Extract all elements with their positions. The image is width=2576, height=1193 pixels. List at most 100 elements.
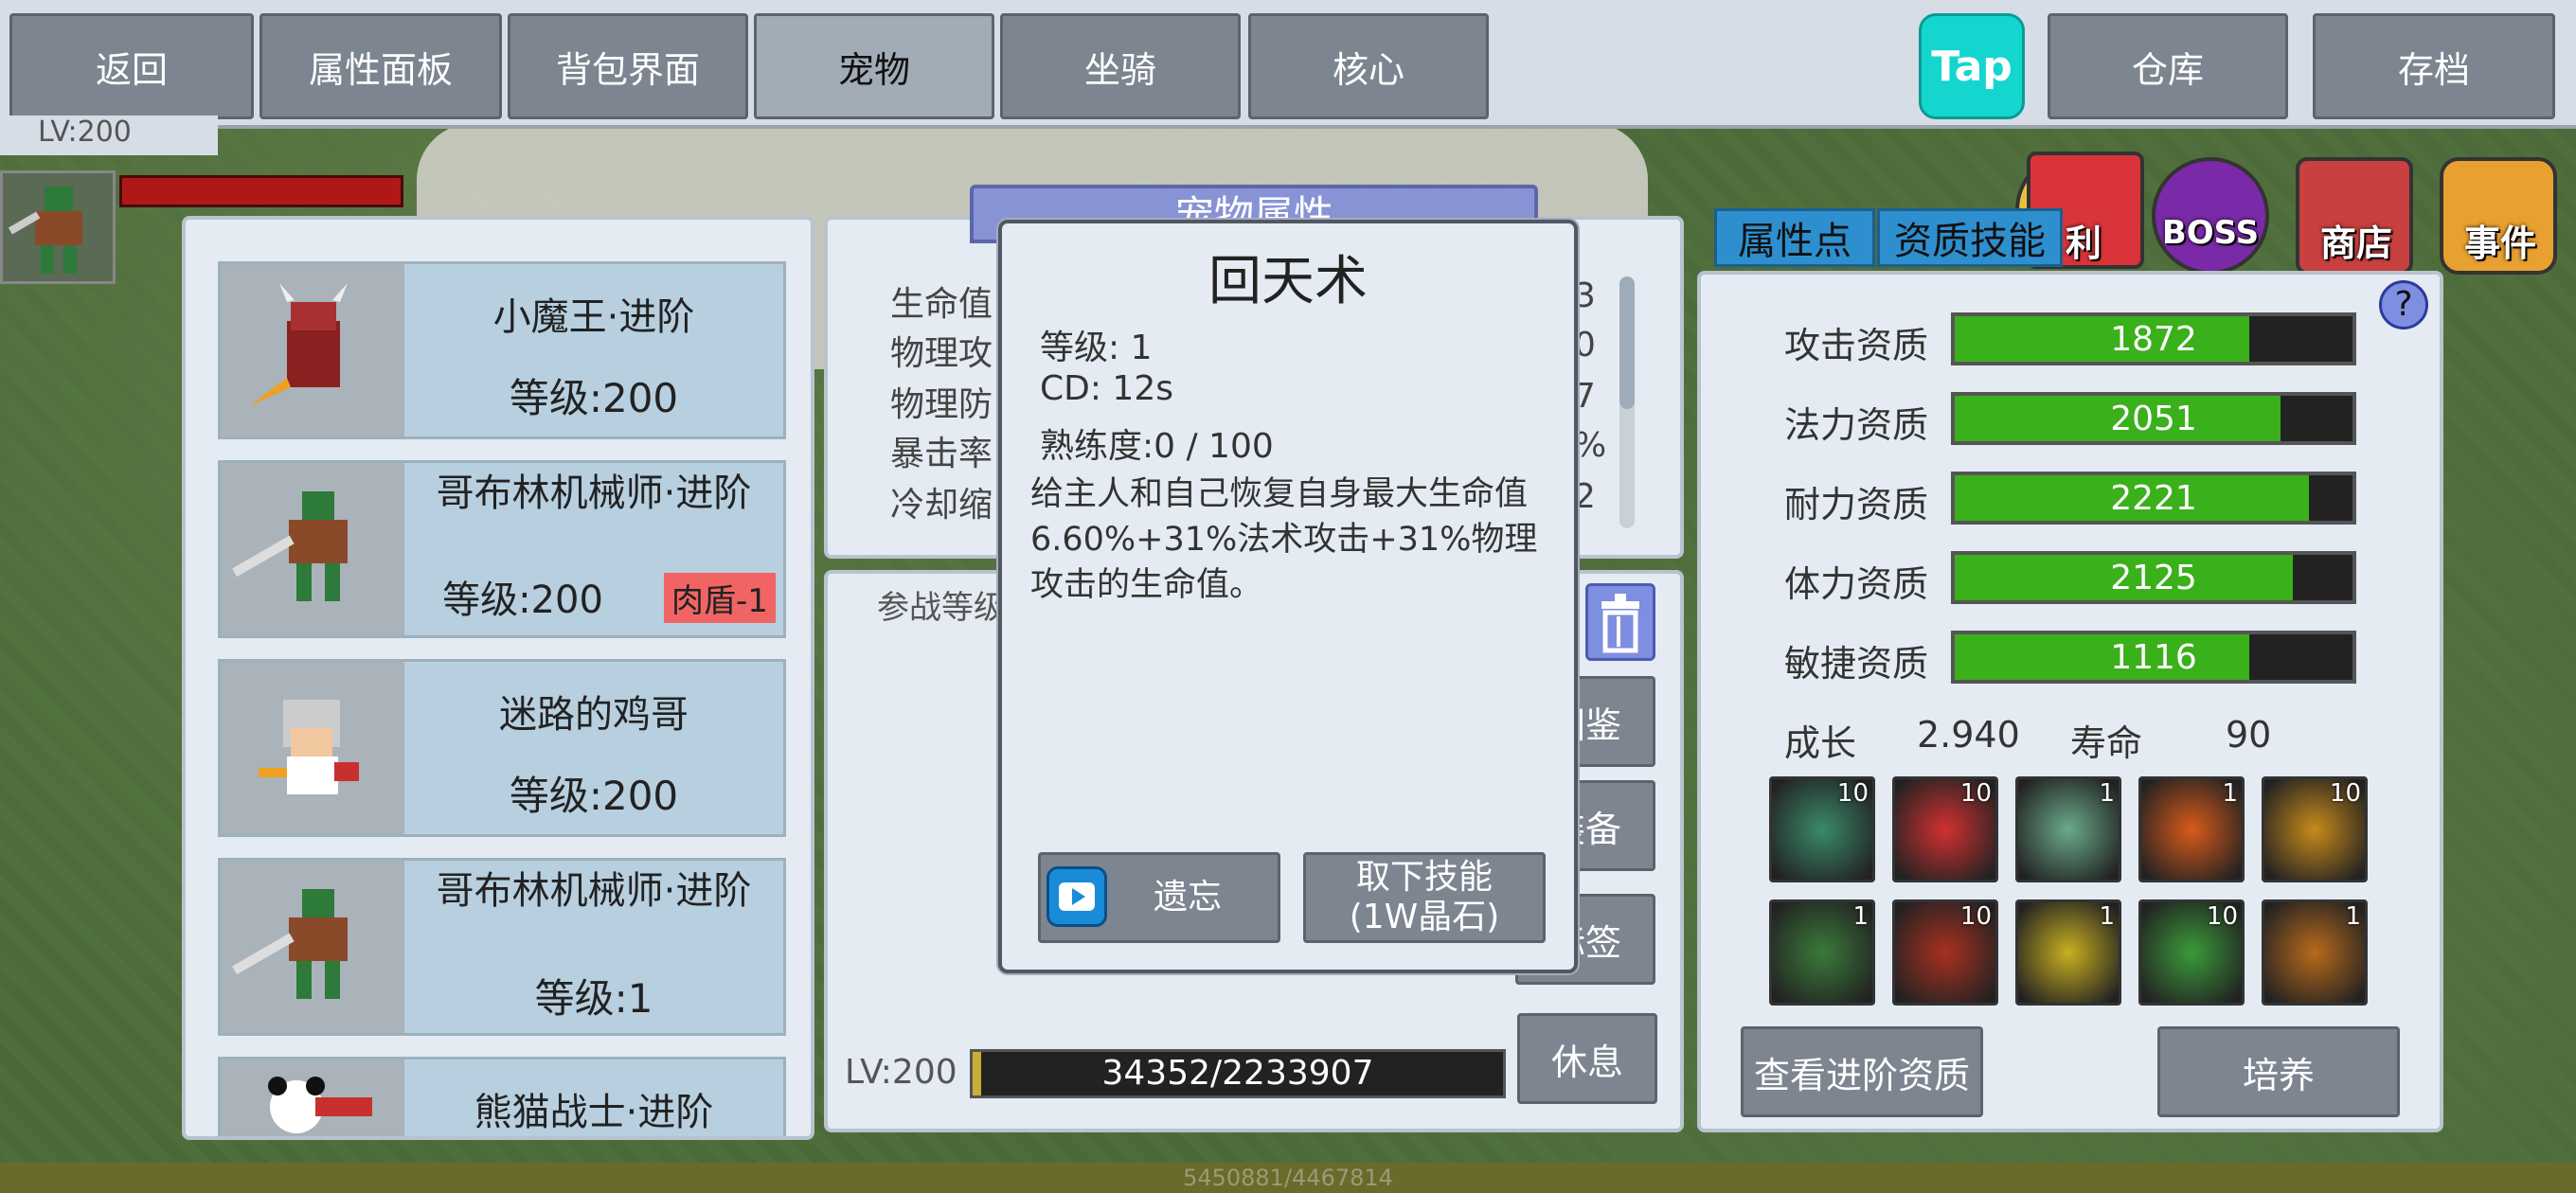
knight-icon[interactable]: 1 <box>2015 899 2121 1006</box>
aptitude-bar: 1872 <box>1951 312 2356 365</box>
view-advanced-aptitude-button[interactable]: 查看进阶资质 <box>1741 1026 1983 1117</box>
pet-card[interactable]: 熊猫战士·进阶 <box>218 1057 786 1136</box>
skill-count: 10 <box>2206 902 2238 931</box>
tap-logo-button[interactable]: Tap <box>1919 13 2025 119</box>
boss-label: BOSS <box>2161 214 2260 252</box>
skill-count: 1 <box>1852 902 1869 931</box>
pet-name: 迷路的鸡哥 <box>499 693 689 737</box>
growth-label: 成长 <box>1784 722 1857 764</box>
event-label: 事件 <box>2463 223 2536 264</box>
video-ad-icon <box>1046 866 1107 927</box>
pet-card[interactable]: 哥布林机械师·进阶 等级:1 <box>218 858 786 1036</box>
dragon-scale-icon[interactable]: 10 <box>1769 776 1875 882</box>
rest-button[interactable]: 休息 <box>1517 1013 1657 1104</box>
aptitude-value: 1872 <box>2110 320 2197 359</box>
pet-name: 哥布林机械师·进阶 <box>436 472 752 515</box>
exp-bar: 34352/2233907 <box>970 1049 1506 1098</box>
spear-fire-icon[interactable]: 10 <box>2262 776 2368 882</box>
attr-label: 物理防 <box>890 385 993 424</box>
skill-count: 10 <box>1959 779 1992 808</box>
aptitude-value: 2221 <box>2110 479 2197 518</box>
pet-name: 哥布林机械师·进阶 <box>436 869 752 913</box>
life-label: 寿命 <box>2070 722 2143 764</box>
attr-value: % <box>1574 426 1607 465</box>
trash-icon[interactable] <box>1585 583 1655 661</box>
attr-label: 生命值 <box>890 285 993 324</box>
pet-level: 等级:200 <box>442 579 603 622</box>
pet-level: 等级:200 <box>509 773 679 819</box>
skill-count: 1 <box>2345 902 2361 931</box>
save-button[interactable]: 存档 <box>2313 13 2555 119</box>
skill-level: 等级: 1 <box>1040 329 1153 367</box>
aptitude-label: 敏捷资质 <box>1784 643 1929 685</box>
skill-count: 10 <box>1836 779 1869 808</box>
bag-tab[interactable]: 背包界面 <box>508 13 748 119</box>
tab-aptitude-skills[interactable]: 资质技能 <box>1877 208 2063 267</box>
back-button[interactable]: 返回 <box>9 13 254 119</box>
aptitude-bar: 2051 <box>1951 392 2356 445</box>
shop-label: 商店 <box>2319 223 2392 264</box>
skill-description: 给主人和自己恢复自身最大生命值6.60%+31%法术攻击+31%物理攻击的生命值… <box>1030 475 1538 604</box>
pet-level-label: LV:200 <box>845 1053 957 1092</box>
goblin-mechanic-icon <box>221 861 404 1033</box>
pet-name: 熊猫战士·进阶 <box>474 1091 714 1134</box>
life-value: 90 <box>2226 714 2272 756</box>
attr-label: 暴击率 <box>890 435 993 473</box>
core-tab[interactable]: 核心 <box>1248 13 1489 119</box>
aptitude-bar: 1116 <box>1951 631 2356 684</box>
aptitude-bar: 2125 <box>1951 551 2356 604</box>
aptitude-bar: 2221 <box>1951 472 2356 525</box>
boot-axe-icon[interactable]: 1 <box>1769 899 1875 1006</box>
skill-proficiency: 熟练度:0 / 100 <box>1040 427 1274 466</box>
player-avatar[interactable] <box>0 170 116 284</box>
forget-button[interactable]: 遗忘 <box>1038 852 1280 943</box>
panda-warrior-icon <box>221 1059 404 1136</box>
skill-detail-popup: 回天术 等级: 1 CD: 12s 熟练度:0 / 100 给主人和自己恢复自身… <box>998 220 1578 973</box>
forget-label: 遗忘 <box>1153 878 1222 917</box>
help-icon[interactable]: ? <box>2379 280 2428 329</box>
skill-count: 10 <box>1959 902 1992 931</box>
attr-label: 物理攻 <box>890 334 993 373</box>
aptitude-value: 1116 <box>2110 638 2197 677</box>
aptitude-value: 2051 <box>2110 400 2197 438</box>
battle-level-label: 参战等级 <box>877 589 1006 627</box>
exp-text: 34352/2233907 <box>1101 1054 1374 1093</box>
skill-cd: CD: 12s <box>1040 369 1173 408</box>
green-arrow-icon[interactable]: 10 <box>2138 899 2245 1006</box>
bottom-hp-text: 5450881/4467814 <box>1183 1165 1393 1191</box>
wind-sword-icon[interactable]: 1 <box>2015 776 2121 882</box>
player-hp-bar <box>119 175 403 207</box>
aptitude-label: 攻击资质 <box>1784 325 1929 366</box>
demon-roar-icon[interactable]: 10 <box>1892 899 1998 1006</box>
attr-scroll-thumb[interactable] <box>1619 276 1635 409</box>
pet-card[interactable]: 哥布林机械师·进阶 等级:200 肉盾-1 <box>218 460 786 638</box>
heart-up-icon[interactable]: 10 <box>1892 776 1998 882</box>
player-level: LV:200 <box>0 116 218 155</box>
pet-level: 等级:1 <box>534 975 653 1022</box>
pet-list-panel: 小魔王·进阶 等级:200 哥布林机械师·进阶 等级:200 肉盾-1 迷路的鸡… <box>182 216 814 1140</box>
bottom-hp-bar: 5450881/4467814 <box>0 1163 2576 1193</box>
warehouse-button[interactable]: 仓库 <box>2048 13 2288 119</box>
pet-card[interactable]: 迷路的鸡哥 等级:200 <box>218 659 786 837</box>
growth-value: 2.940 <box>1917 714 2020 756</box>
skill-count: 1 <box>2222 779 2238 808</box>
skill-count: 1 <box>2099 779 2115 808</box>
spiky-creature-icon[interactable]: 1 <box>2262 899 2368 1006</box>
top-nav-bar: 返回 属性面板 背包界面 宠物 坐骑 核心 Tap 仓库 存档 <box>0 0 2576 129</box>
fireball-icon[interactable]: 1 <box>2138 776 2245 882</box>
aptitude-value: 2125 <box>2110 559 2197 597</box>
goblin-mechanic-icon <box>221 463 404 635</box>
pet-level: 等级:200 <box>509 375 679 421</box>
lost-chicken-icon <box>221 662 404 834</box>
remove-skill-button[interactable]: 取下技能 (1W晶石) <box>1303 852 1546 943</box>
skill-count: 10 <box>2329 779 2361 808</box>
attributes-tab[interactable]: 属性面板 <box>259 13 502 119</box>
little-demon-king-icon <box>221 264 404 436</box>
aptitude-label: 耐力资质 <box>1784 484 1929 525</box>
tab-attribute-points[interactable]: 属性点 <box>1714 208 1875 267</box>
train-button[interactable]: 培养 <box>2157 1026 2400 1117</box>
pet-card[interactable]: 小魔王·进阶 等级:200 <box>218 261 786 439</box>
tank-tag: 肉盾-1 <box>664 573 776 623</box>
mount-tab[interactable]: 坐骑 <box>1000 13 1241 119</box>
pet-tab[interactable]: 宠物 <box>754 13 994 119</box>
